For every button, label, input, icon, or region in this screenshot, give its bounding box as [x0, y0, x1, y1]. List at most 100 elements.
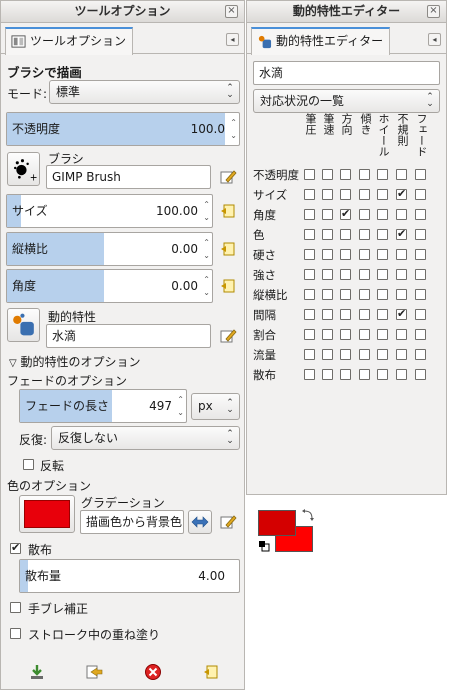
- matrix-checkbox[interactable]: [377, 229, 388, 240]
- dynamics-options-expander[interactable]: ▽ 動的特性のオプション: [9, 353, 141, 370]
- opacity-slider[interactable]: 不透明度 100.0 ⌃ ⌄: [6, 112, 240, 146]
- reset-to-default-icon[interactable]: [202, 663, 220, 681]
- matrix-checkbox[interactable]: [304, 369, 315, 380]
- matrix-checkbox[interactable]: [322, 189, 333, 200]
- matrix-checkbox[interactable]: [340, 369, 351, 380]
- tab-tool-options[interactable]: ツールオプション: [5, 27, 134, 55]
- matrix-checkbox[interactable]: [377, 169, 388, 180]
- matrix-checkbox[interactable]: [377, 289, 388, 300]
- matrix-checkbox[interactable]: [304, 229, 315, 240]
- fade-unit-select[interactable]: px ⌃ ⌄: [191, 393, 240, 420]
- matrix-checkbox[interactable]: [359, 209, 370, 220]
- matrix-checkbox[interactable]: [359, 309, 370, 320]
- tab-menu-button[interactable]: ◂: [226, 33, 239, 46]
- matrix-checkbox[interactable]: [377, 369, 388, 380]
- matrix-checkbox[interactable]: [340, 329, 351, 340]
- matrix-checkbox[interactable]: [322, 309, 333, 320]
- matrix-checkbox[interactable]: [322, 289, 333, 300]
- default-colors-icon[interactable]: [258, 540, 270, 552]
- scatter-amount-slider[interactable]: 散布量 4.00: [19, 559, 240, 593]
- fade-length-slider[interactable]: フェードの長さ 497 ⌃ ⌄: [19, 389, 187, 423]
- spin-arrows-icon[interactable]: ⌃ ⌄: [203, 236, 210, 262]
- aspect-ratio-slider[interactable]: 縦横比 0.00 ⌃ ⌄: [6, 232, 213, 266]
- matrix-checkbox[interactable]: [359, 289, 370, 300]
- matrix-checkbox[interactable]: [415, 289, 426, 300]
- jitter-checkbox[interactable]: [10, 602, 21, 613]
- matrix-checkbox[interactable]: [396, 249, 407, 260]
- gradient-name-field[interactable]: 描画色から背景色: [80, 510, 184, 534]
- gradient-preview-button[interactable]: [19, 495, 75, 533]
- dynamics-name-field[interactable]: 水滴: [46, 324, 211, 348]
- matrix-checkbox[interactable]: [396, 209, 407, 220]
- matrix-checkbox[interactable]: [415, 309, 426, 320]
- matrix-checkbox[interactable]: [377, 329, 388, 340]
- foreground-color-swatch[interactable]: [258, 510, 296, 536]
- spin-arrows-icon[interactable]: ⌃ ⌄: [177, 393, 184, 419]
- matrix-checkbox[interactable]: [415, 229, 426, 240]
- matrix-checkbox[interactable]: [359, 349, 370, 360]
- delete-preset-icon[interactable]: [144, 663, 162, 681]
- swap-colors-icon[interactable]: [301, 508, 315, 522]
- matrix-checkbox[interactable]: [304, 169, 315, 180]
- dynamics-name-input[interactable]: 水滴: [253, 61, 440, 85]
- matrix-checkbox[interactable]: [304, 189, 315, 200]
- dynamics-preview-button[interactable]: [7, 308, 40, 342]
- matrix-checkbox[interactable]: [322, 169, 333, 180]
- spin-arrows-icon[interactable]: ⌃ ⌄: [203, 273, 210, 299]
- matrix-checkbox[interactable]: [359, 229, 370, 240]
- matrix-checkbox[interactable]: [340, 309, 351, 320]
- matrix-checkbox[interactable]: [340, 289, 351, 300]
- matrix-checkbox[interactable]: [340, 169, 351, 180]
- matrix-checkbox[interactable]: [322, 209, 333, 220]
- matrix-checkbox[interactable]: [340, 207, 351, 220]
- matrix-checkbox[interactable]: [396, 169, 407, 180]
- matrix-checkbox[interactable]: [377, 349, 388, 360]
- close-icon[interactable]: ×: [427, 5, 440, 18]
- matrix-checkbox[interactable]: [377, 309, 388, 320]
- incremental-checkbox[interactable]: [10, 628, 21, 639]
- matrix-checkbox[interactable]: [415, 269, 426, 280]
- repeat-select[interactable]: 反復しない ⌃ ⌄: [51, 426, 240, 450]
- reverse-checkbox[interactable]: [23, 459, 34, 470]
- matrix-checkbox[interactable]: [322, 269, 333, 280]
- matrix-checkbox[interactable]: [396, 307, 407, 320]
- matrix-checkbox[interactable]: [322, 229, 333, 240]
- matrix-checkbox[interactable]: [340, 249, 351, 260]
- spin-arrows-icon[interactable]: ⌃ ⌄: [203, 198, 210, 224]
- brush-name-field[interactable]: GIMP Brush: [46, 165, 211, 189]
- matrix-checkbox[interactable]: [340, 349, 351, 360]
- matrix-checkbox[interactable]: [415, 169, 426, 180]
- matrix-checkbox[interactable]: [396, 369, 407, 380]
- matrix-checkbox[interactable]: [322, 349, 333, 360]
- matrix-checkbox[interactable]: [415, 369, 426, 380]
- matrix-checkbox[interactable]: [304, 309, 315, 320]
- matrix-checkbox[interactable]: [340, 189, 351, 200]
- matrix-checkbox[interactable]: [396, 289, 407, 300]
- size-slider[interactable]: サイズ 100.00 ⌃ ⌄: [6, 194, 213, 228]
- matrix-checkbox[interactable]: [377, 249, 388, 260]
- reset-angle-icon[interactable]: [219, 277, 237, 295]
- matrix-checkbox[interactable]: [304, 249, 315, 260]
- angle-slider[interactable]: 角度 0.00 ⌃ ⌄: [6, 269, 213, 303]
- matrix-checkbox[interactable]: [359, 169, 370, 180]
- matrix-checkbox[interactable]: [322, 329, 333, 340]
- matrix-checkbox[interactable]: [359, 189, 370, 200]
- spin-arrows-icon[interactable]: ⌃ ⌄: [230, 116, 237, 142]
- save-preset-icon[interactable]: [28, 663, 46, 681]
- matrix-checkbox[interactable]: [396, 349, 407, 360]
- matrix-checkbox[interactable]: [396, 329, 407, 340]
- matrix-checkbox[interactable]: [304, 349, 315, 360]
- matrix-checkbox[interactable]: [304, 329, 315, 340]
- matrix-checkbox[interactable]: [359, 369, 370, 380]
- dynamics-view-select[interactable]: 対応状況の一覧 ⌃ ⌄: [253, 89, 440, 113]
- matrix-checkbox[interactable]: [415, 329, 426, 340]
- reset-size-icon[interactable]: [219, 202, 237, 220]
- matrix-checkbox[interactable]: [322, 369, 333, 380]
- edit-brush-icon[interactable]: [219, 168, 237, 186]
- matrix-checkbox[interactable]: [340, 269, 351, 280]
- matrix-checkbox[interactable]: [304, 209, 315, 220]
- close-icon[interactable]: ×: [225, 5, 238, 18]
- edit-gradient-icon[interactable]: [219, 513, 237, 531]
- matrix-checkbox[interactable]: [415, 189, 426, 200]
- matrix-checkbox[interactable]: [340, 229, 351, 240]
